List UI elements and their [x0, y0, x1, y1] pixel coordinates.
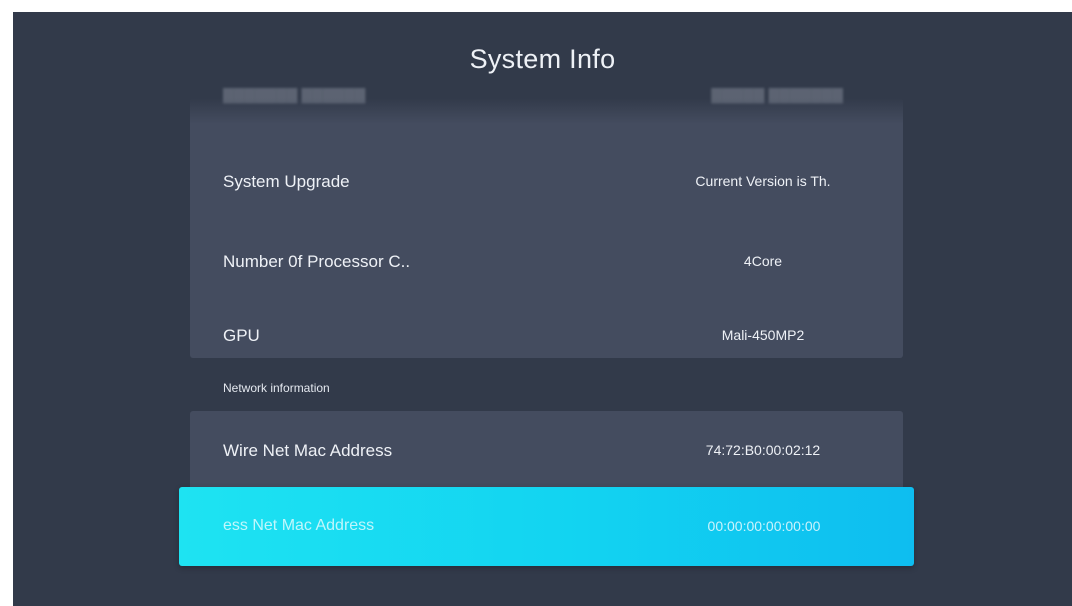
- settings-row-wire-mac[interactable]: Wire Net Mac Address 74:72:B0:00:02:12: [190, 430, 903, 470]
- network-section-heading: Network information: [223, 381, 330, 395]
- system-info-card: System Upgrade Current Version is Th. Nu…: [190, 98, 903, 358]
- row-label: GPU: [223, 326, 260, 345]
- page-title: System Info: [469, 44, 616, 74]
- row-label: Number 0f Processor C..: [223, 252, 411, 271]
- row-value: 4Core: [743, 253, 783, 269]
- row-value: 74:72:B0:00:02:12: [705, 442, 821, 458]
- row-label: ess Net Mac Address: [223, 517, 375, 534]
- row-label: System Upgrade: [223, 172, 350, 191]
- settings-row-processor-cores[interactable]: Number 0f Processor C.. 4Core: [190, 241, 903, 281]
- settings-row-gpu[interactable]: GPU Mali-450MP2: [190, 315, 903, 355]
- settings-row-system-upgrade[interactable]: System Upgrade Current Version is Th.: [190, 161, 903, 201]
- row-value: Current Version is Th.: [695, 173, 831, 189]
- tv-screen: System Info ███████ ██████ █████ ███████…: [13, 12, 1072, 606]
- row-value: Mali-450MP2: [721, 327, 805, 343]
- row-value: 00:00:00:00:00:00: [707, 518, 821, 534]
- row-label: Wire Net Mac Address: [223, 441, 393, 460]
- settings-row-wireless-mac-selected[interactable]: ess Net Mac Address 00:00:00:00:00:00: [179, 487, 914, 566]
